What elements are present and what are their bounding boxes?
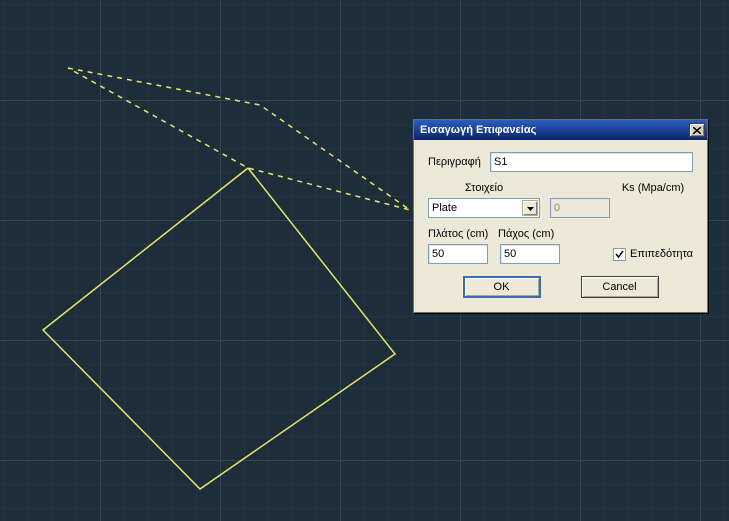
polyline-dashed [68, 68, 410, 210]
ks-input [550, 198, 610, 218]
description-label: Περιγραφή [428, 156, 490, 168]
flatness-checkbox[interactable] [613, 248, 626, 261]
ks-label: Ks (Mpa/cm) [613, 182, 693, 194]
element-select-button[interactable] [522, 200, 538, 216]
close-button[interactable] [689, 123, 705, 137]
insert-surface-dialog: Εισαγωγή Επιφανείας Περιγραφή Στοιχείο K… [413, 119, 708, 313]
polyline-current [43, 168, 395, 489]
chevron-down-icon [527, 202, 534, 214]
thickness-input[interactable] [500, 244, 560, 264]
element-select[interactable]: Plate [428, 198, 540, 218]
cad-canvas[interactable]: Εισαγωγή Επιφανείας Περιγραφή Στοιχείο K… [0, 0, 729, 521]
flatness-checkbox-wrap[interactable]: Επιπεδότητα [613, 248, 693, 261]
thickness-label: Πάχος (cm) [498, 228, 568, 240]
description-input[interactable] [490, 152, 693, 172]
check-icon [615, 250, 624, 259]
ok-button[interactable]: OK [463, 276, 541, 298]
dialog-title: Εισαγωγή Επιφανείας [420, 124, 689, 136]
cancel-button[interactable]: Cancel [581, 276, 659, 298]
element-select-value: Plate [432, 202, 457, 214]
dialog-body: Περιγραφή Στοιχείο Ks (Mpa/cm) Plate [414, 140, 707, 312]
element-label: Στοιχείο [428, 182, 540, 194]
flatness-label: Επιπεδότητα [630, 248, 693, 260]
close-icon [693, 127, 701, 134]
width-label: Πλάτος (cm) [428, 228, 498, 240]
width-input[interactable] [428, 244, 488, 264]
dialog-titlebar[interactable]: Εισαγωγή Επιφανείας [414, 120, 707, 140]
